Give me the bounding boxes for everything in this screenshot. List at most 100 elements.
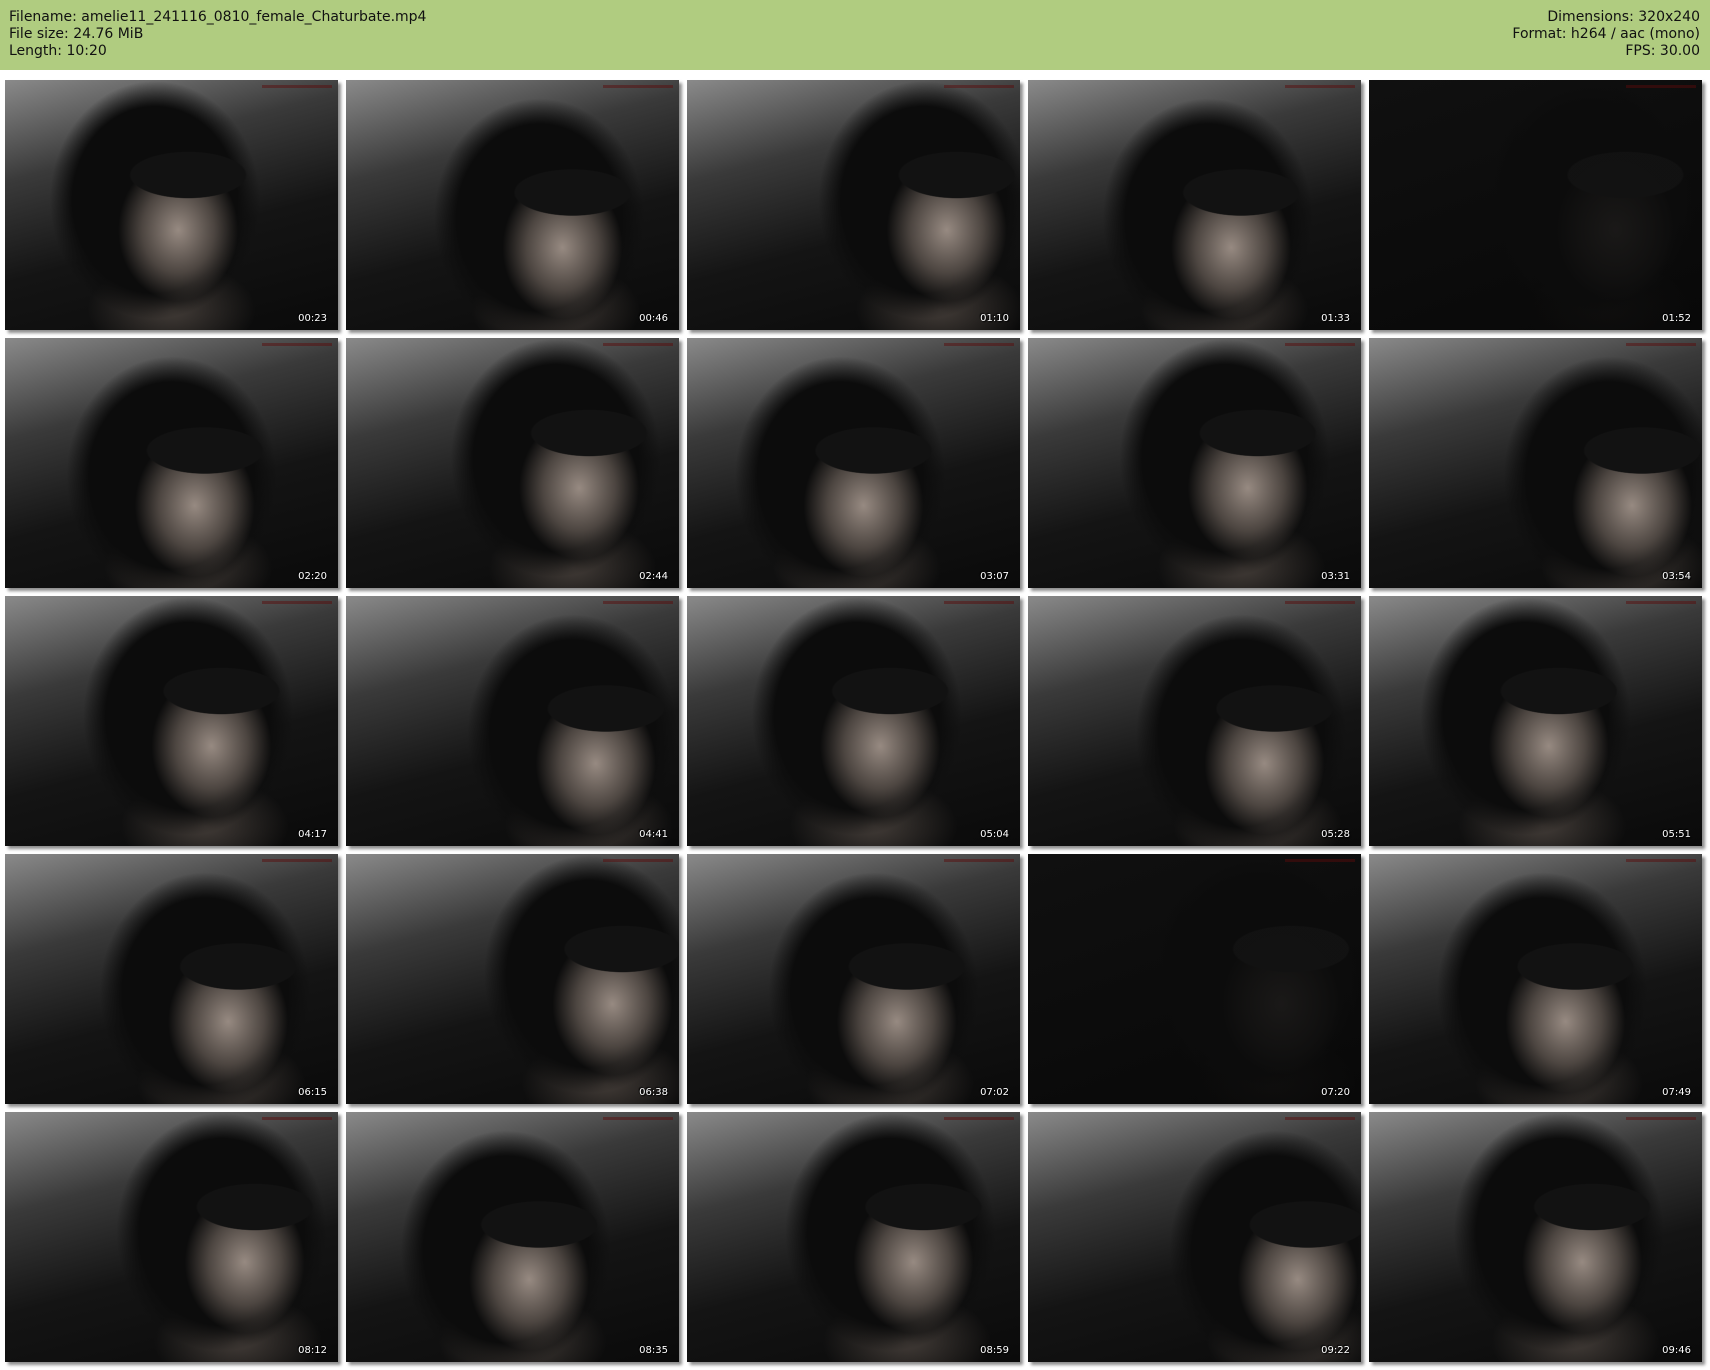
watermark-logo — [1626, 340, 1696, 349]
video-thumbnail: 08:12 — [5, 1112, 338, 1362]
thumbnail-frame-image — [1028, 1112, 1361, 1362]
watermark-logo — [262, 1114, 332, 1123]
video-thumbnail: 06:15 — [5, 854, 338, 1104]
thumbnail-timestamp: 01:52 — [1662, 313, 1691, 324]
watermark-logo — [1626, 598, 1696, 607]
thumbnail-timestamp: 02:20 — [298, 571, 327, 582]
watermark-logo — [262, 340, 332, 349]
thumbnail-timestamp: 00:23 — [298, 313, 327, 324]
thumbnail-timestamp: 08:59 — [980, 1345, 1009, 1356]
thumbnail-timestamp: 02:44 — [639, 571, 668, 582]
video-thumbnail: 09:22 — [1028, 1112, 1361, 1362]
video-thumbnail: 07:20 — [1028, 854, 1361, 1104]
watermark-mark — [944, 859, 1014, 862]
video-thumbnail: 03:54 — [1369, 338, 1702, 588]
watermark-logo — [1626, 1114, 1696, 1123]
thumbnail-frame-image — [1369, 80, 1702, 330]
video-thumbnail: 01:33 — [1028, 80, 1361, 330]
watermark-mark — [1626, 601, 1696, 604]
thumbnail-timestamp: 07:20 — [1321, 1087, 1350, 1098]
thumbnail-frame-image — [1028, 338, 1361, 588]
thumbnail-frame-image — [1369, 596, 1702, 846]
length-text: Length: 10:20 — [9, 43, 107, 59]
watermark-mark — [603, 343, 673, 346]
watermark-mark — [1626, 859, 1696, 862]
thumbnail-timestamp: 09:22 — [1321, 1345, 1350, 1356]
thumbnail-frame-image — [346, 596, 679, 846]
thumbnail-frame-image — [346, 854, 679, 1104]
video-thumbnail: 00:46 — [346, 80, 679, 330]
thumbnail-frame-image — [687, 338, 1020, 588]
thumbnail-frame-image — [5, 338, 338, 588]
watermark-mark — [603, 85, 673, 88]
video-thumbnail: 09:46 — [1369, 1112, 1702, 1362]
watermark-logo — [1285, 82, 1355, 91]
watermark-mark — [1285, 859, 1355, 862]
watermark-logo — [1285, 1114, 1355, 1123]
watermark-logo — [603, 598, 673, 607]
watermark-mark — [262, 1117, 332, 1120]
watermark-mark — [262, 343, 332, 346]
thumbnail-frame-image — [687, 1112, 1020, 1362]
watermark-logo — [262, 856, 332, 865]
video-thumbnail: 05:04 — [687, 596, 1020, 846]
thumbnail-frame-image — [687, 854, 1020, 1104]
watermark-mark — [944, 1117, 1014, 1120]
watermark-mark — [603, 859, 673, 862]
thumbnail-timestamp: 06:15 — [298, 1087, 327, 1098]
thumbnail-timestamp: 01:33 — [1321, 313, 1350, 324]
watermark-logo — [1626, 856, 1696, 865]
watermark-mark — [1626, 343, 1696, 346]
video-thumbnail: 04:41 — [346, 596, 679, 846]
video-thumbnail: 06:38 — [346, 854, 679, 1104]
video-thumbnail: 01:52 — [1369, 80, 1702, 330]
watermark-logo — [1285, 340, 1355, 349]
watermark-logo — [603, 340, 673, 349]
thumbnail-timestamp: 03:54 — [1662, 571, 1691, 582]
file-size-text: File size: 24.76 MiB — [9, 26, 144, 42]
thumbnail-frame-image — [1028, 596, 1361, 846]
watermark-mark — [1285, 85, 1355, 88]
video-thumbnail: 03:07 — [687, 338, 1020, 588]
video-thumbnail: 07:02 — [687, 854, 1020, 1104]
watermark-mark — [262, 85, 332, 88]
watermark-logo — [1626, 82, 1696, 91]
thumbnail-frame-image — [346, 1112, 679, 1362]
watermark-mark — [944, 85, 1014, 88]
thumbnail-timestamp: 08:35 — [639, 1345, 668, 1356]
video-thumbnail: 08:59 — [687, 1112, 1020, 1362]
info-right: Dimensions: 320x240 Format: h264 / aac (… — [1512, 9, 1700, 60]
watermark-mark — [1285, 1117, 1355, 1120]
thumbnail-timestamp: 07:02 — [980, 1087, 1009, 1098]
thumbnail-frame-image — [1028, 854, 1361, 1104]
thumbnail-frame-image — [687, 80, 1020, 330]
watermark-logo — [262, 82, 332, 91]
thumbnail-timestamp: 04:17 — [298, 829, 327, 840]
thumbnail-frame-image — [1369, 854, 1702, 1104]
thumbnail-frame-image — [1369, 1112, 1702, 1362]
video-thumbnail: 00:23 — [5, 80, 338, 330]
watermark-logo — [603, 1114, 673, 1123]
watermark-mark — [603, 601, 673, 604]
info-header: Filename: amelie11_241116_0810_female_Ch… — [0, 0, 1710, 70]
thumbnail-timestamp: 05:51 — [1662, 829, 1691, 840]
format-text: Format: h264 / aac (mono) — [1512, 26, 1700, 42]
video-thumbnail: 08:35 — [346, 1112, 679, 1362]
video-thumbnail: 02:20 — [5, 338, 338, 588]
watermark-mark — [1285, 343, 1355, 346]
watermark-logo — [603, 856, 673, 865]
thumbnail-timestamp: 07:49 — [1662, 1087, 1691, 1098]
watermark-mark — [1626, 1117, 1696, 1120]
watermark-logo — [944, 598, 1014, 607]
thumbnail-frame-image — [5, 80, 338, 330]
thumbnail-frame-image — [687, 596, 1020, 846]
thumbnail-frame-image — [1369, 338, 1702, 588]
watermark-logo — [944, 340, 1014, 349]
thumbnail-timestamp: 06:38 — [639, 1087, 668, 1098]
thumbnail-timestamp: 00:46 — [639, 313, 668, 324]
watermark-logo — [944, 82, 1014, 91]
watermark-logo — [944, 1114, 1014, 1123]
watermark-mark — [603, 1117, 673, 1120]
watermark-logo — [262, 598, 332, 607]
video-thumbnail: 05:51 — [1369, 596, 1702, 846]
